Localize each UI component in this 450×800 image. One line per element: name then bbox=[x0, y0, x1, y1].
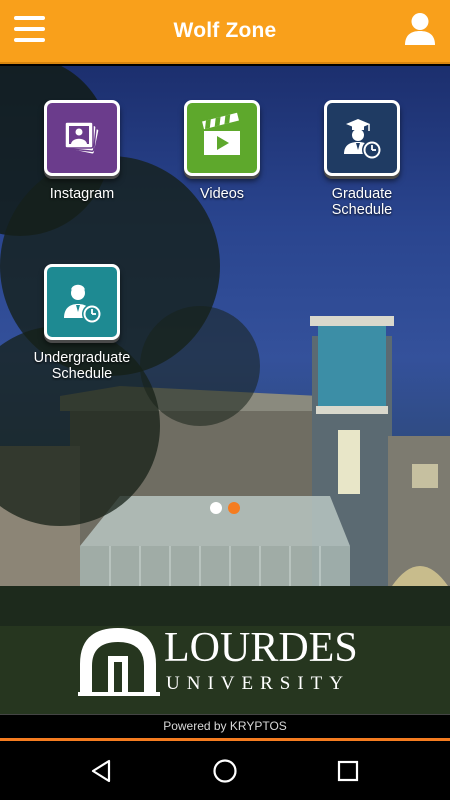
pager-dot-1[interactable] bbox=[210, 502, 222, 514]
tile-label: Graduate Schedule bbox=[331, 186, 393, 218]
home-icon[interactable] bbox=[205, 751, 245, 791]
graduate-clock-icon bbox=[324, 100, 400, 176]
logo-subtitle: UNIVERSITY bbox=[166, 673, 350, 694]
tile-instagram[interactable]: Instagram bbox=[22, 100, 142, 202]
person-clock-icon bbox=[44, 264, 120, 340]
pager-dot-2[interactable] bbox=[228, 502, 240, 514]
recents-icon[interactable] bbox=[328, 751, 368, 791]
system-nav-bar bbox=[0, 741, 450, 800]
campus-background: Instagram Videos Graduate Schedule Under… bbox=[0, 66, 450, 714]
photos-icon bbox=[44, 100, 120, 176]
tile-label: Undergraduate Schedule bbox=[33, 350, 131, 382]
tile-label: Instagram bbox=[49, 186, 115, 202]
user-icon[interactable] bbox=[404, 12, 436, 46]
tile-videos[interactable]: Videos bbox=[162, 100, 282, 202]
menu-icon[interactable] bbox=[14, 16, 46, 44]
tile-graduate-schedule[interactable]: Graduate Schedule bbox=[302, 100, 422, 218]
page-title: Wolf Zone bbox=[173, 19, 277, 42]
powered-by-footer: Powered by KRYPTOS bbox=[0, 714, 450, 738]
logo-name: LOURDES bbox=[164, 625, 358, 671]
back-icon[interactable] bbox=[82, 751, 122, 791]
tile-undergraduate-schedule[interactable]: Undergraduate Schedule bbox=[22, 264, 142, 382]
clapperboard-icon bbox=[184, 100, 260, 176]
lourdes-logo: LOURDES UNIVERSITY bbox=[78, 622, 368, 702]
page-indicator bbox=[0, 502, 450, 514]
app-header: Wolf Zone bbox=[0, 0, 450, 64]
tile-label: Videos bbox=[199, 186, 245, 202]
